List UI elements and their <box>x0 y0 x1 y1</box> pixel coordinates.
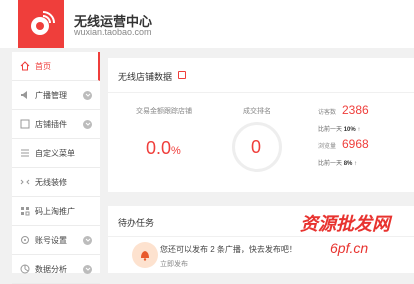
sidebar-item-decorate[interactable]: 无线装修 <box>12 168 100 197</box>
logo[interactable] <box>18 0 64 48</box>
up-arrow-icon: ↑ <box>357 127 361 133</box>
sidebar-item-account-settings[interactable]: 账号设置 <box>12 226 100 255</box>
sidebar-item-label: 账号设置 <box>35 235 67 245</box>
rank-value: 0 <box>251 137 262 157</box>
conversion-unit: % <box>171 145 181 157</box>
sidebar-item-broadcast[interactable]: 广播管理 <box>12 81 100 110</box>
menu-icon <box>20 148 30 158</box>
external-link-icon[interactable] <box>178 71 186 79</box>
qrcode-icon <box>20 206 30 216</box>
up-arrow-icon: ↑ <box>354 161 358 167</box>
app-header: 无线运营中心 wuxian.taobao.com <box>0 0 414 48</box>
chevron-down-icon[interactable] <box>83 119 92 129</box>
visitors-compare-label: 比前一天 <box>318 127 343 133</box>
conversion-number: 0.0 <box>146 138 172 158</box>
sidebar-item-label: 广播管理 <box>35 90 67 100</box>
pageviews-value: 6968 <box>342 137 369 151</box>
divider <box>108 236 414 237</box>
visitors-compare-value: 10% <box>343 127 356 133</box>
pageviews-compare-label: 比前一天 <box>318 161 343 167</box>
chevron-down-icon[interactable] <box>83 264 92 274</box>
divider <box>108 92 414 93</box>
conversion-label: 交易金额跟踪店铺 <box>136 108 192 115</box>
app-url: wuxian.taobao.com <box>74 27 152 37</box>
sidebar-item-label: 无线装修 <box>35 177 67 187</box>
conversion-value: 0.0% <box>146 138 181 159</box>
sidebar-item-label: 码上淘推广 <box>35 206 75 216</box>
sidebar-item-analytics[interactable]: 数据分析 <box>12 255 100 284</box>
store-data-panel: 无线店铺数据 交易金额跟踪店铺 0.0% 成交排名 0 访客数 2386 比前一… <box>108 58 414 192</box>
decorate-icon <box>20 177 30 187</box>
sidebar-item-label: 店铺插件 <box>35 119 67 129</box>
rank-label: 成交排名 <box>243 108 271 115</box>
broadcast-icon <box>20 90 30 100</box>
pageviews-compare-value: 8% <box>343 161 353 167</box>
sidebar: 首页 广播管理 店铺插件 自定义菜单 无线装修 码上淘推广 账号设置 数据分析 <box>12 52 100 284</box>
bell-icon <box>132 242 158 268</box>
chevron-down-icon[interactable] <box>83 235 92 245</box>
pageviews-label: 浏览量 <box>318 144 337 150</box>
chevron-down-icon[interactable] <box>83 90 92 100</box>
home-icon <box>20 61 30 71</box>
watermark-text: 资源批发网 <box>300 214 390 234</box>
sidebar-item-label: 自定义菜单 <box>35 148 75 158</box>
settings-icon <box>20 235 30 245</box>
visitors-value: 2386 <box>342 103 369 117</box>
sidebar-item-custom-menu[interactable]: 自定义菜单 <box>12 139 100 168</box>
sidebar-item-home[interactable]: 首页 <box>12 52 100 81</box>
visitors-label: 访客数 <box>318 110 337 116</box>
watermark-url: 6pf.cn <box>330 240 369 256</box>
plugin-icon <box>20 119 30 129</box>
todo-publish-link[interactable]: 立即发布 <box>160 259 188 269</box>
pageviews-compare: 比前一天 8% ↑ <box>318 158 357 167</box>
todo-title: 待办任务 <box>118 218 155 228</box>
panel-title: 无线店铺数据 <box>118 72 173 82</box>
sidebar-item-plugin[interactable]: 店铺插件 <box>12 110 100 139</box>
visitors-compare: 比前一天 10% ↑ <box>318 124 360 133</box>
sidebar-item-label: 首页 <box>35 61 51 71</box>
todo-message: 您还可以发布 2 条广播，快去发布吧！ <box>160 245 297 254</box>
sidebar-item-qrcode[interactable]: 码上淘推广 <box>12 197 100 226</box>
logo-icon <box>31 11 55 35</box>
